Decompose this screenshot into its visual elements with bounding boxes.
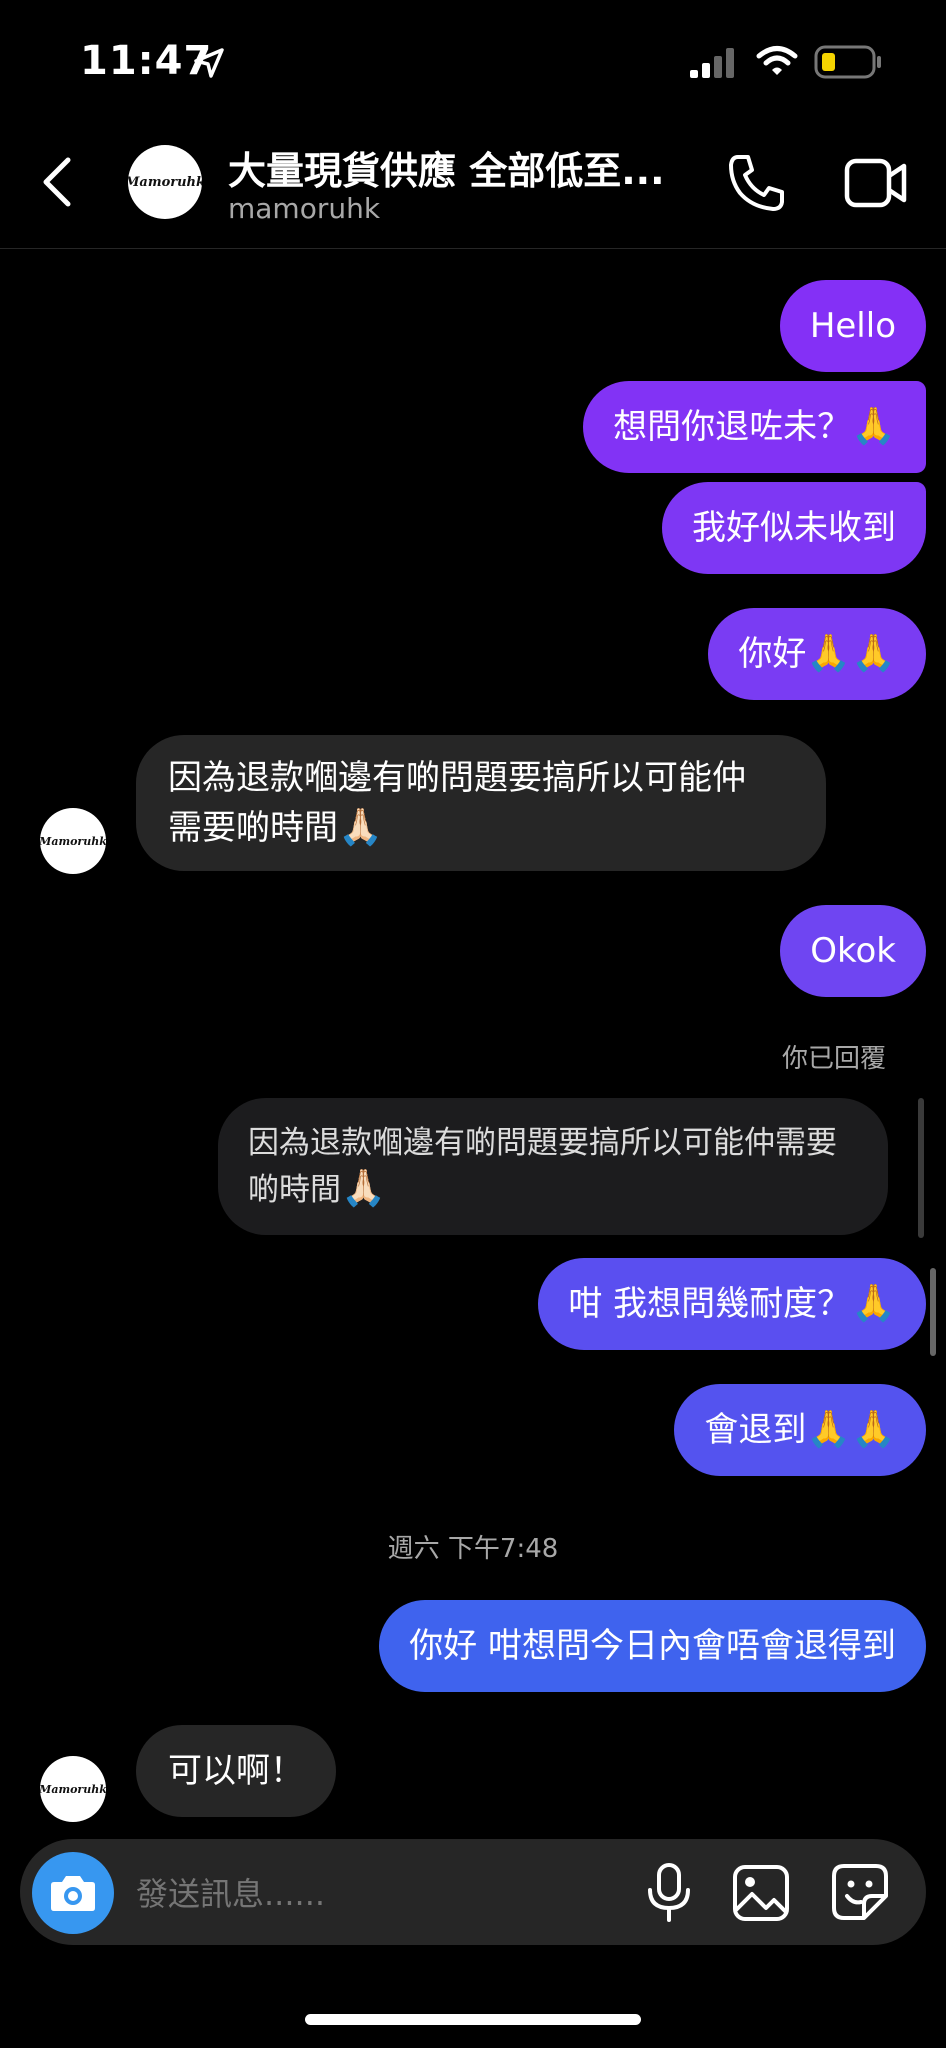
avatar-logo-text: Mamoruhk — [40, 834, 106, 848]
message-timestamp: 週六 下午7:48 — [387, 1534, 559, 1564]
camera-button[interactable] — [32, 1852, 114, 1934]
message-text-line: 需要啲時間 — [168, 808, 338, 848]
pray-emoji: 🙏🙏 — [806, 1409, 896, 1450]
message-text: 你好 咁想問今日內會唔會退得到 — [409, 1626, 896, 1666]
scrollbar-thumb[interactable] — [930, 1268, 936, 1356]
pray-emoji: 🙏 — [851, 1283, 896, 1324]
phone-icon[interactable] — [726, 152, 788, 214]
pray-emoji: 🙏 — [851, 406, 896, 447]
outgoing-message[interactable]: 我好似未收到 — [662, 482, 926, 574]
message-text: 會退到 — [704, 1410, 807, 1450]
incoming-message[interactable]: 可以啊！ — [136, 1725, 336, 1817]
message-text: Hello — [809, 306, 896, 346]
microphone-icon[interactable] — [644, 1862, 694, 1924]
battery-icon — [814, 45, 881, 79]
outgoing-message[interactable]: Hello — [779, 280, 926, 372]
pray-emoji: 🙏🙏 — [806, 633, 896, 674]
avatar-logo-text: Mamoruhk — [40, 1782, 106, 1796]
home-indicator[interactable] — [305, 2014, 641, 2025]
message-text: 想問你退咗未？ — [613, 407, 852, 447]
header-avatar[interactable]: Mamoruhk — [128, 145, 202, 219]
signal-icon — [690, 48, 734, 78]
video-icon[interactable] — [844, 156, 908, 210]
outgoing-message[interactable]: 你好🙏🙏 — [708, 608, 926, 700]
message-text-line: 因為退款嗰邊有啲問題要搞所以可能仲 — [168, 758, 746, 798]
scrollbar-track — [918, 1098, 924, 1238]
back-chevron-icon[interactable] — [40, 156, 76, 208]
reply-label: 你已回覆 — [781, 1044, 886, 1074]
pray-emoji: 🙏🏻 — [338, 807, 383, 848]
camera-icon — [51, 1876, 95, 1911]
outgoing-message[interactable]: 會退到🙏🙏 — [674, 1384, 926, 1476]
message-text: Okok — [810, 931, 896, 971]
incoming-message[interactable]: 因為退款嗰邊有啲問題要搞所以可能仲 需要啲時間🙏🏻 — [136, 735, 826, 871]
replied-message-quote[interactable]: 因為退款嗰邊有啲問題要搞所以可能仲需要 啲時間🙏🏻 — [218, 1098, 888, 1235]
wifi-icon — [756, 46, 798, 75]
message-text: 可以啊！ — [168, 1751, 304, 1791]
sticker-icon[interactable] — [830, 1862, 890, 1922]
gallery-icon[interactable] — [732, 1864, 790, 1922]
chat-title[interactable]: 大量現貨供應 全部低至... — [228, 140, 698, 195]
outgoing-message[interactable]: 咁 我想問幾耐度？🙏 — [538, 1258, 926, 1350]
pray-emoji: 🙏🏻 — [341, 1168, 386, 1209]
sender-avatar[interactable]: Mamoruhk — [40, 808, 106, 874]
message-text: 我好似未收到 — [692, 508, 896, 548]
message-text: 咁 我想問幾耐度？ — [568, 1284, 852, 1324]
header-divider — [0, 248, 946, 249]
chat-username[interactable]: mamoruhk — [228, 192, 380, 225]
outgoing-message[interactable]: 想問你退咗未？🙏 — [583, 381, 926, 473]
location-arrow-icon — [194, 48, 224, 78]
outgoing-message[interactable]: Okok — [780, 905, 926, 997]
avatar-logo-text: Mamoruhk — [128, 174, 202, 190]
quote-text-line: 啲時間 — [248, 1172, 341, 1208]
quote-text-line: 因為退款嗰邊有啲問題要搞所以可能仲需要 — [248, 1125, 837, 1161]
outgoing-message[interactable]: 你好 咁想問今日內會唔會退得到 — [379, 1600, 926, 1692]
message-input[interactable] — [136, 1872, 616, 1916]
message-text: 你好 — [738, 634, 807, 674]
sender-avatar[interactable]: Mamoruhk — [40, 1756, 106, 1822]
